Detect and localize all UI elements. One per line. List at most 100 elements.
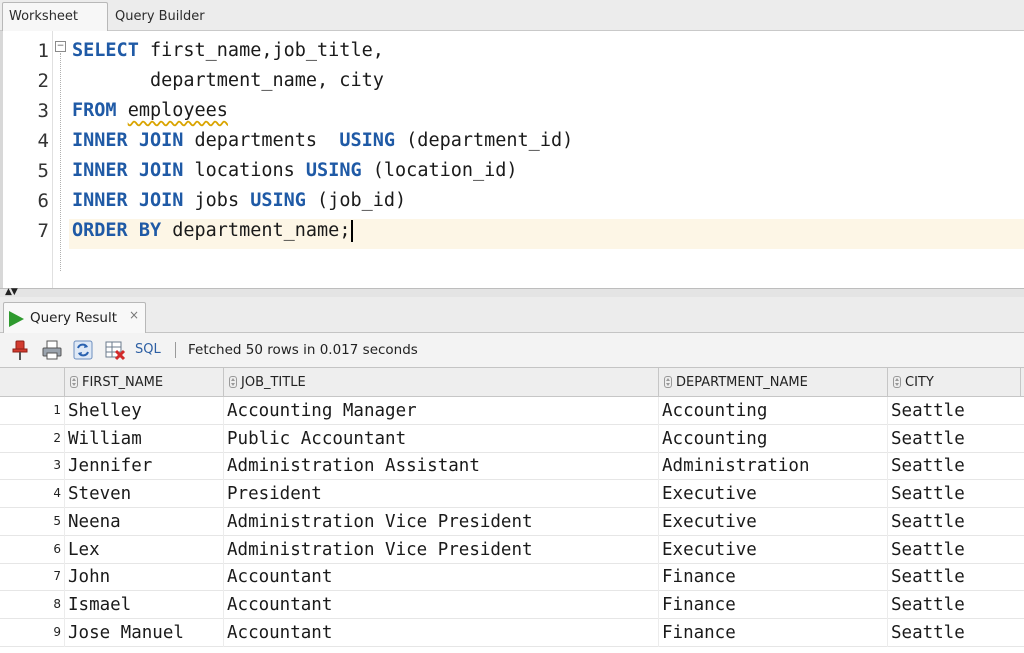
table-cell[interactable]: Seattle <box>887 618 1024 647</box>
code-text: (department_id) <box>395 130 574 151</box>
table-cell[interactable]: Accountant <box>223 563 659 592</box>
line-number: 5 <box>37 160 49 182</box>
close-tab-icon[interactable]: × <box>129 308 139 322</box>
fold-collapse-icon[interactable]: − <box>55 41 66 52</box>
table-row[interactable]: 5 Neena Administration Vice President Execu… <box>0 507 1024 536</box>
column-header-first-name[interactable]: FIRST_NAME <box>64 368 224 397</box>
row-number: 4 <box>53 486 61 501</box>
refresh-icon[interactable] <box>72 339 94 361</box>
table-cell[interactable]: President <box>223 480 659 509</box>
table-cell[interactable]: Seattle <box>887 397 1024 425</box>
sort-icon[interactable] <box>70 376 78 388</box>
line-number: 6 <box>37 190 49 212</box>
table-cell[interactable]: Seattle <box>887 480 1024 509</box>
table-cell[interactable]: Accounting Manager <box>223 397 659 425</box>
code-text: department_name, city <box>72 70 384 91</box>
splitter-arrows-icon[interactable]: ▲▼ <box>5 287 18 297</box>
line-number: 7 <box>37 220 49 242</box>
sql-keyword: INNER JOIN <box>72 190 184 211</box>
table-cell[interactable]: Executive <box>658 535 888 564</box>
tab-worksheet[interactable]: Worksheet <box>2 2 108 32</box>
column-header-label: DEPARTMENT_NAME <box>676 375 808 390</box>
pane-splitter[interactable]: ▲▼ <box>0 287 1024 297</box>
table-cell[interactable]: Seattle <box>887 535 1024 564</box>
sort-icon[interactable] <box>893 376 901 388</box>
table-cell[interactable]: Finance <box>658 618 888 647</box>
table-cell[interactable]: Administration Assistant <box>223 452 659 481</box>
table-cell[interactable]: Neena <box>64 507 224 536</box>
table-row[interactable]: 8 Ismael Accountant Finance Seattle <box>0 590 1024 619</box>
table-cell[interactable]: Seattle <box>887 507 1024 536</box>
table-cell[interactable]: William <box>64 424 224 453</box>
table-cell[interactable]: Steven <box>64 480 224 509</box>
print-icon[interactable] <box>41 339 63 361</box>
table-cell[interactable]: Jennifer <box>64 452 224 481</box>
table-cell[interactable]: Seattle <box>887 563 1024 592</box>
code-line[interactable]: FROM employees <box>72 96 228 126</box>
code-line[interactable]: INNER JOIN locations USING (location_id) <box>72 156 518 186</box>
table-cell[interactable]: Seattle <box>887 424 1024 453</box>
table-cell[interactable]: Accounting <box>658 424 888 453</box>
sort-icon[interactable] <box>229 376 237 388</box>
table-cell[interactable]: Administration Vice President <box>223 507 659 536</box>
table-row[interactable]: 4 Steven President Executive Seattle <box>0 480 1024 509</box>
table-cell[interactable]: Finance <box>658 563 888 592</box>
sql-keyword: ORDER BY <box>72 220 162 241</box>
table-cell[interactable]: Accountant <box>223 590 659 619</box>
table-cell[interactable]: Accounting <box>658 397 888 425</box>
sort-icon[interactable] <box>664 376 672 388</box>
code-line[interactable]: INNER JOIN departments USING (department… <box>72 126 573 156</box>
results-grid[interactable]: FIRST_NAME JOB_TITLE DEPARTMENT_NAME CIT… <box>0 368 1024 653</box>
column-header-label: FIRST_NAME <box>82 375 164 390</box>
code-line[interactable]: ORDER BY department_name; <box>72 216 354 246</box>
code-text: locations <box>183 160 306 181</box>
sql-keyword: USING <box>339 130 396 151</box>
column-header-city[interactable]: CITY <box>887 368 1021 397</box>
table-cell[interactable]: Administration <box>658 452 888 481</box>
code-line[interactable]: INNER JOIN jobs USING (job_id) <box>72 186 406 216</box>
column-header-label: JOB_TITLE <box>241 375 306 390</box>
table-cell[interactable]: Executive <box>658 507 888 536</box>
table-cell[interactable]: Executive <box>658 480 888 509</box>
table-cell[interactable]: Seattle <box>887 452 1024 481</box>
row-number: 7 <box>53 569 61 584</box>
line-number: 4 <box>37 130 49 152</box>
table-row[interactable]: 9 Jose Manuel Accountant Finance Seattle <box>0 618 1024 647</box>
column-header-job-title[interactable]: JOB_TITLE <box>223 368 659 397</box>
sql-keyword: SELECT <box>72 40 139 61</box>
table-row[interactable]: 1 Shelley Accounting Manager Accounting Seat… <box>0 397 1024 425</box>
clear-results-icon[interactable] <box>104 339 126 361</box>
table-cell[interactable]: Ismael <box>64 590 224 619</box>
sql-keyword: INNER JOIN <box>72 160 184 181</box>
table-row[interactable]: 7 John Accountant Finance Seattle <box>0 563 1024 592</box>
tab-query-builder[interactable]: Query Builder <box>115 3 205 31</box>
result-tabbar: Query Result × <box>0 297 1024 333</box>
table-cell[interactable]: John <box>64 563 224 592</box>
pin-icon[interactable] <box>9 339 31 361</box>
column-header-department-name[interactable]: DEPARTMENT_NAME <box>658 368 888 397</box>
table-cell[interactable]: Accountant <box>223 618 659 647</box>
code-text: (location_id) <box>361 160 518 181</box>
table-row[interactable]: 2 William Public Accountant Accounting Seatt… <box>0 424 1024 453</box>
sql-keyword: USING <box>305 160 362 181</box>
table-identifier: employees <box>127 100 228 121</box>
table-cell[interactable]: Administration Vice President <box>223 535 659 564</box>
table-cell[interactable]: Shelley <box>64 397 224 425</box>
sql-button[interactable]: SQL <box>135 342 161 357</box>
table-cell[interactable]: Public Accountant <box>223 424 659 453</box>
code-line[interactable]: SELECT first_name,job_title, <box>72 36 384 66</box>
sql-keyword: USING <box>250 190 306 211</box>
row-number: 6 <box>53 541 61 556</box>
table-row[interactable]: 6 Lex Administration Vice President Executi… <box>0 535 1024 564</box>
table-cell[interactable]: Jose Manuel <box>64 618 224 647</box>
sql-editor[interactable]: 1 2 3 4 5 6 7 − SELECT first_name,job_title, d… <box>0 31 1024 288</box>
table-cell[interactable]: Seattle <box>887 590 1024 619</box>
toolbar-separator <box>175 342 176 358</box>
table-row[interactable]: 3 Jennifer Administration Assistant Adminis… <box>0 452 1024 481</box>
code-line[interactable]: department_name, city <box>72 66 384 96</box>
tab-query-result[interactable]: Query Result × <box>3 302 146 333</box>
run-icon <box>9 311 24 327</box>
table-cell[interactable]: Finance <box>658 590 888 619</box>
table-cell[interactable]: Lex <box>64 535 224 564</box>
